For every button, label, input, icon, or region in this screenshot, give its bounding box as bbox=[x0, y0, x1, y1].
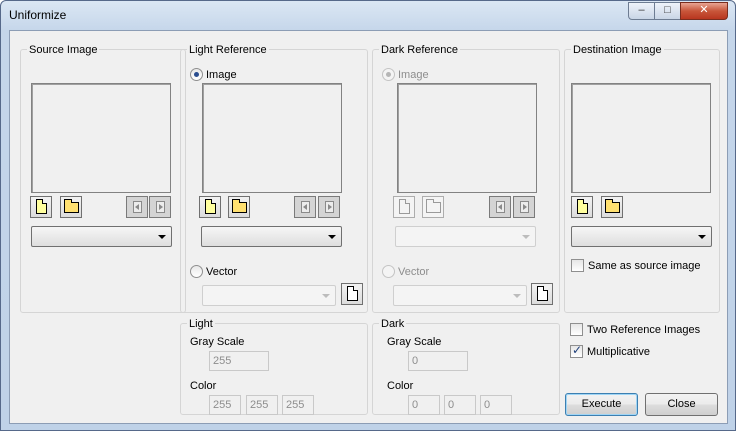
chevron-down-icon bbox=[158, 235, 166, 239]
new-document-icon bbox=[347, 286, 358, 301]
multiplicative-checkbox[interactable]: ✓ bbox=[570, 343, 583, 358]
light-vector-dropdown[interactable] bbox=[202, 285, 336, 306]
dark-reference-group: Dark Reference Image Vector bbox=[372, 44, 560, 313]
light-color-blue-field[interactable]: 255 bbox=[282, 395, 314, 415]
source-new-button[interactable] bbox=[30, 196, 52, 218]
two-reference-images-checkbox[interactable] bbox=[570, 323, 583, 336]
light-reference-group: Light Reference Image Vector bbox=[180, 44, 368, 313]
dark-previous-button[interactable] bbox=[489, 196, 511, 218]
previous-icon bbox=[496, 201, 505, 213]
dark-open-button[interactable] bbox=[422, 196, 444, 218]
light-vector-radio[interactable] bbox=[190, 265, 203, 278]
dark-next-button[interactable] bbox=[513, 196, 535, 218]
window-title: Uniformize bbox=[9, 8, 67, 22]
source-open-button[interactable] bbox=[60, 196, 82, 218]
destination-image-preview bbox=[571, 83, 711, 193]
dark-vector-new-button[interactable] bbox=[531, 283, 553, 305]
two-reference-images-label[interactable]: Two Reference Images bbox=[587, 324, 700, 336]
chevron-down-icon bbox=[322, 294, 330, 298]
open-folder-icon bbox=[605, 199, 620, 213]
chevron-down-icon bbox=[522, 235, 530, 239]
source-image-group: Source Image bbox=[20, 44, 186, 313]
new-document-icon bbox=[36, 199, 47, 214]
same-as-source-checkbox[interactable] bbox=[571, 259, 584, 272]
dark-color-green-field[interactable]: 0 bbox=[444, 395, 476, 415]
previous-icon bbox=[133, 201, 142, 213]
light-color-green-field[interactable]: 255 bbox=[246, 395, 278, 415]
dark-color-red-field[interactable]: 0 bbox=[408, 395, 440, 415]
source-image-preview bbox=[31, 83, 171, 193]
open-folder-icon bbox=[64, 199, 79, 213]
light-color-label: Color bbox=[190, 380, 217, 392]
next-icon bbox=[325, 201, 334, 213]
close-button[interactable]: Close bbox=[645, 393, 718, 416]
destination-image-group: Destination Image Same as source image bbox=[564, 44, 720, 313]
dark-group-label: Dark bbox=[379, 318, 407, 330]
chevron-down-icon bbox=[513, 294, 521, 298]
light-vector-new-button[interactable] bbox=[341, 283, 363, 305]
dark-gray-scale-field[interactable]: 0 bbox=[408, 351, 468, 371]
dark-image-radio[interactable] bbox=[382, 68, 395, 81]
next-icon bbox=[520, 201, 529, 213]
multiplicative-label[interactable]: Multiplicative bbox=[587, 346, 650, 358]
dark-reference-preview bbox=[397, 83, 537, 193]
dark-vector-label[interactable]: Vector bbox=[398, 266, 429, 278]
new-document-icon bbox=[537, 286, 548, 301]
maximize-button[interactable]: □ bbox=[654, 2, 681, 20]
destination-image-dropdown[interactable] bbox=[571, 226, 712, 247]
next-icon bbox=[156, 201, 165, 213]
checkmark-icon: ✓ bbox=[572, 343, 583, 357]
destination-new-button[interactable] bbox=[571, 196, 593, 218]
minimize-button[interactable]: – bbox=[628, 2, 655, 20]
new-document-icon bbox=[205, 199, 216, 214]
source-next-button[interactable] bbox=[149, 196, 171, 218]
light-reference-preview bbox=[202, 83, 342, 193]
previous-icon bbox=[301, 201, 310, 213]
open-folder-icon bbox=[232, 199, 247, 213]
light-vector-label[interactable]: Vector bbox=[206, 266, 237, 278]
dark-gray-scale-label: Gray Scale bbox=[387, 336, 442, 348]
light-gray-scale-label: Gray Scale bbox=[190, 336, 245, 348]
light-reference-label: Light Reference bbox=[187, 44, 269, 56]
light-values-group: Light Gray Scale 255 Color 255 255 255 bbox=[180, 318, 368, 415]
dark-color-blue-field[interactable]: 0 bbox=[480, 395, 512, 415]
light-color-red-field[interactable]: 255 bbox=[209, 395, 241, 415]
new-document-icon bbox=[577, 199, 588, 214]
same-as-source-label[interactable]: Same as source image bbox=[588, 260, 701, 272]
light-image-radio[interactable] bbox=[190, 68, 203, 81]
dialog-client: Source Image Light Reference Image Vecto… bbox=[9, 30, 728, 424]
execute-button[interactable]: Execute bbox=[565, 393, 638, 416]
light-reference-dropdown[interactable] bbox=[201, 226, 342, 247]
dark-vector-radio[interactable] bbox=[382, 265, 395, 278]
dark-new-button[interactable] bbox=[393, 196, 415, 218]
new-document-icon bbox=[399, 199, 410, 214]
light-gray-scale-field[interactable]: 255 bbox=[209, 351, 269, 371]
destination-open-button[interactable] bbox=[601, 196, 623, 218]
dark-values-group: Dark Gray Scale 0 Color 0 0 0 bbox=[372, 318, 560, 415]
destination-image-label: Destination Image bbox=[571, 44, 664, 56]
light-image-label[interactable]: Image bbox=[206, 69, 237, 81]
dark-color-label: Color bbox=[387, 380, 414, 392]
source-image-dropdown[interactable] bbox=[31, 226, 172, 247]
light-open-button[interactable] bbox=[228, 196, 250, 218]
close-window-button[interactable]: ✕ bbox=[680, 2, 728, 20]
uniformize-dialog: Uniformize – □ ✕ Source Image Light Refe… bbox=[0, 0, 736, 431]
light-next-button[interactable] bbox=[318, 196, 340, 218]
source-image-label: Source Image bbox=[27, 44, 100, 56]
dark-image-label[interactable]: Image bbox=[398, 69, 429, 81]
title-bar[interactable]: Uniformize – □ ✕ bbox=[1, 1, 735, 29]
light-new-button[interactable] bbox=[199, 196, 221, 218]
dark-reference-dropdown[interactable] bbox=[395, 226, 536, 247]
dark-reference-label: Dark Reference bbox=[379, 44, 461, 56]
dark-vector-dropdown[interactable] bbox=[393, 285, 527, 306]
chevron-down-icon bbox=[698, 235, 706, 239]
chevron-down-icon bbox=[328, 235, 336, 239]
light-previous-button[interactable] bbox=[294, 196, 316, 218]
open-folder-icon bbox=[426, 199, 441, 213]
source-previous-button[interactable] bbox=[126, 196, 148, 218]
light-group-label: Light bbox=[187, 318, 215, 330]
